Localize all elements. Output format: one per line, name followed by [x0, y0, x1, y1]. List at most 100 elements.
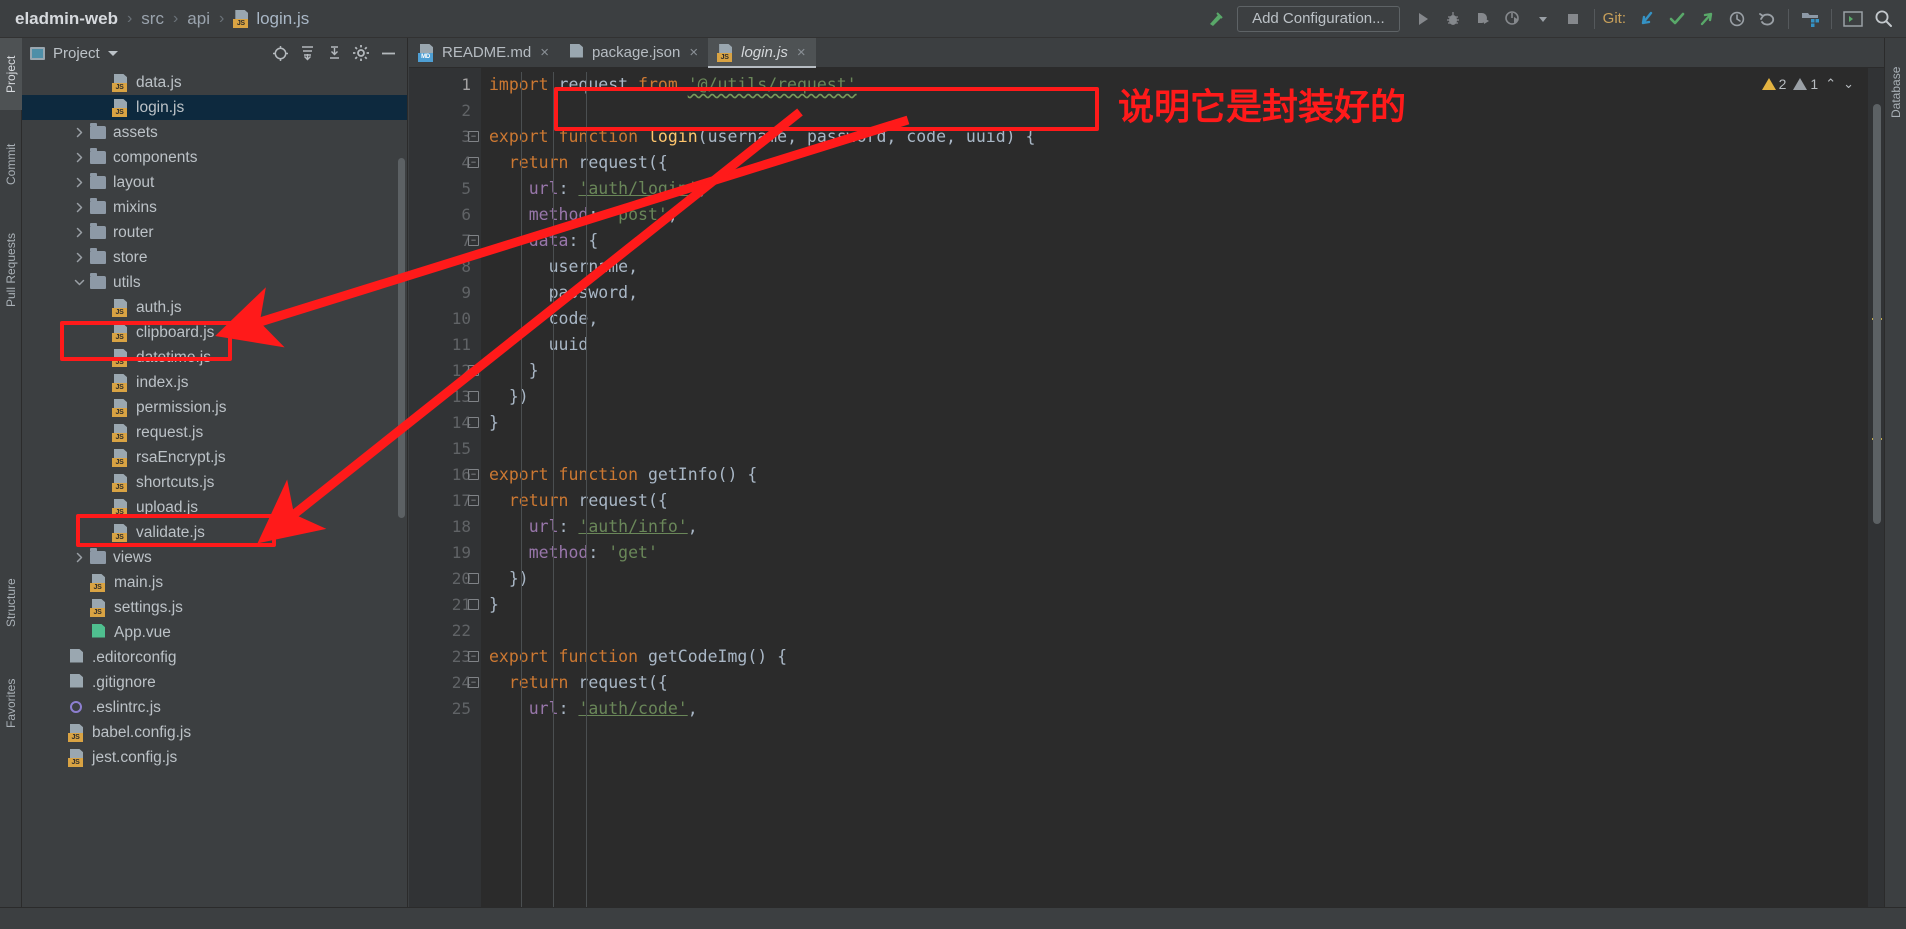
next-problem-icon[interactable]: ⌄: [1843, 76, 1854, 92]
sidebar-item-structure[interactable]: Structure: [0, 558, 22, 648]
fold-end-icon[interactable]: [468, 599, 479, 610]
tree-item-store[interactable]: store: [22, 245, 407, 270]
collapse-all-icon[interactable]: [325, 44, 343, 62]
sidebar-item-database[interactable]: Database: [1885, 42, 1906, 142]
breadcrumb-api[interactable]: api: [182, 9, 215, 29]
profiler-icon[interactable]: [1498, 4, 1528, 34]
tree-item-login-js[interactable]: JS login.js: [22, 95, 407, 120]
tree-item-router[interactable]: router: [22, 220, 407, 245]
chevron-down-icon[interactable]: [107, 50, 118, 56]
fold-end-icon[interactable]: [468, 391, 479, 402]
chevron-right-icon[interactable]: [72, 226, 86, 240]
run-with-coverage-icon[interactable]: [1468, 4, 1498, 34]
fold-end-icon[interactable]: [468, 417, 479, 428]
chevron-right-icon[interactable]: [72, 176, 86, 190]
terminal-icon[interactable]: [1838, 4, 1868, 34]
tree-item-label: upload.js: [136, 498, 199, 516]
project-tree-scrollbar[interactable]: [398, 158, 405, 518]
chevron-right-icon[interactable]: [72, 151, 86, 165]
tree-item-data-js[interactable]: JS data.js: [22, 70, 407, 95]
chevron-right-icon[interactable]: [72, 251, 86, 265]
close-icon[interactable]: ×: [797, 44, 806, 61]
code-line: code,: [481, 306, 1884, 332]
chevron-right-icon[interactable]: [72, 201, 86, 215]
tree-item-main-js[interactable]: JS main.js: [22, 570, 407, 595]
select-opened-file-icon[interactable]: [271, 44, 289, 62]
fold-end-icon[interactable]: [468, 365, 479, 376]
close-icon[interactable]: ×: [689, 44, 698, 61]
search-icon[interactable]: [1868, 4, 1898, 34]
tree-item-validate-js[interactable]: JS validate.js: [22, 520, 407, 545]
inspection-widget[interactable]: 2 1 ⌃ ⌄: [1761, 76, 1854, 92]
project-file-tree[interactable]: JS data.js JS login.js assets components layou…: [22, 68, 407, 929]
weak-warning-count-badge[interactable]: 1: [1793, 76, 1818, 92]
tree-item-settings-js[interactable]: JS settings.js: [22, 595, 407, 620]
chevron-right-icon[interactable]: [72, 551, 86, 565]
debug-icon[interactable]: [1438, 4, 1468, 34]
run-icon[interactable]: [1408, 4, 1438, 34]
hammer-icon[interactable]: [1201, 4, 1231, 34]
tree-item-assets[interactable]: assets: [22, 120, 407, 145]
fold-end-icon[interactable]: [468, 573, 479, 584]
sidebar-item-project[interactable]: Project: [0, 38, 22, 110]
tree-item-babel-config-js[interactable]: JS babel.config.js: [22, 720, 407, 745]
warning-count-badge[interactable]: 2: [1761, 76, 1786, 92]
tree-item-datetime-js[interactable]: JS datetime.js: [22, 345, 407, 370]
editor-tab-readme-md[interactable]: MD README.md ×: [409, 38, 559, 67]
previous-problem-icon[interactable]: ⌃: [1825, 76, 1836, 92]
fold-collapse-icon[interactable]: −: [468, 651, 479, 662]
fold-collapse-icon[interactable]: −: [468, 131, 479, 142]
tree-item-gitignore[interactable]: .gitignore: [22, 670, 407, 695]
tree-item-app-vue[interactable]: App.vue: [22, 620, 407, 645]
sidebar-item-favorites[interactable]: Favorites: [0, 658, 22, 748]
hide-icon[interactable]: [379, 44, 397, 62]
tree-item-index-js[interactable]: JS index.js: [22, 370, 407, 395]
tree-item-auth-js[interactable]: JS auth.js: [22, 295, 407, 320]
code-token: getInfo: [647, 465, 718, 484]
breadcrumb-file[interactable]: JS login.js: [228, 9, 314, 29]
git-rollback-icon[interactable]: [1752, 4, 1782, 34]
tree-item-views[interactable]: views: [22, 545, 407, 570]
git-update-icon[interactable]: [1632, 4, 1662, 34]
git-history-icon[interactable]: [1722, 4, 1752, 34]
tree-item-editorconfig[interactable]: .editorconfig: [22, 645, 407, 670]
tree-item-mixins[interactable]: mixins: [22, 195, 407, 220]
tree-item-utils[interactable]: utils: [22, 270, 407, 295]
tree-item-rsaencrypt-js[interactable]: JS rsaEncrypt.js: [22, 445, 407, 470]
code-editor[interactable]: 1 2−3−4 5 6−7 8 9 10 11 12 13 14 15−16−17 18 19 20 21 22…: [409, 68, 1884, 929]
tree-item-shortcuts-js[interactable]: JS shortcuts.js: [22, 470, 407, 495]
stop-icon[interactable]: [1558, 4, 1588, 34]
sidebar-item-commit[interactable]: Commit: [0, 128, 22, 200]
tree-item-jest-config-js[interactable]: JS jest.config.js: [22, 745, 407, 770]
git-push-icon[interactable]: [1692, 4, 1722, 34]
fold-collapse-icon[interactable]: −: [468, 157, 479, 168]
close-icon[interactable]: ×: [540, 44, 549, 61]
chevron-right-icon[interactable]: [72, 126, 86, 140]
expand-all-icon[interactable]: [298, 44, 316, 62]
tree-item-layout[interactable]: layout: [22, 170, 407, 195]
chevron-down-icon[interactable]: [72, 276, 86, 290]
tree-item-clipboard-js[interactable]: JS clipboard.js: [22, 320, 407, 345]
tree-item-eslintrc-js[interactable]: .eslintrc.js: [22, 695, 407, 720]
sidebar-item-pull-requests[interactable]: Pull Requests: [0, 210, 22, 330]
git-commit-icon[interactable]: [1662, 4, 1692, 34]
breadcrumb-src[interactable]: src: [136, 9, 169, 29]
editor-tab-login-js[interactable]: JS login.js ×: [708, 38, 817, 68]
editor-scrollbar[interactable]: [1873, 104, 1881, 524]
tree-item-label: auth.js: [136, 298, 182, 316]
breadcrumb-project[interactable]: eladmin-web: [10, 9, 123, 29]
fold-collapse-icon[interactable]: −: [468, 469, 479, 480]
editor-tab-package-json[interactable]: package.json ×: [559, 38, 708, 67]
tree-item-upload-js[interactable]: JS upload.js: [22, 495, 407, 520]
fold-collapse-icon[interactable]: −: [468, 495, 479, 506]
tree-item-permission-js[interactable]: JS permission.js: [22, 395, 407, 420]
settings-gear-icon[interactable]: [352, 44, 370, 62]
tree-item-request-js[interactable]: JS request.js: [22, 420, 407, 445]
add-configuration-button[interactable]: Add Configuration...: [1237, 5, 1400, 32]
project-structure-icon[interactable]: [1795, 4, 1825, 34]
code-content[interactable]: import request from '@/utils/request' ex…: [481, 68, 1884, 929]
fold-collapse-icon[interactable]: −: [468, 677, 479, 688]
chevron-down-icon[interactable]: [1528, 4, 1558, 34]
fold-collapse-icon[interactable]: −: [468, 235, 479, 246]
tree-item-components[interactable]: components: [22, 145, 407, 170]
